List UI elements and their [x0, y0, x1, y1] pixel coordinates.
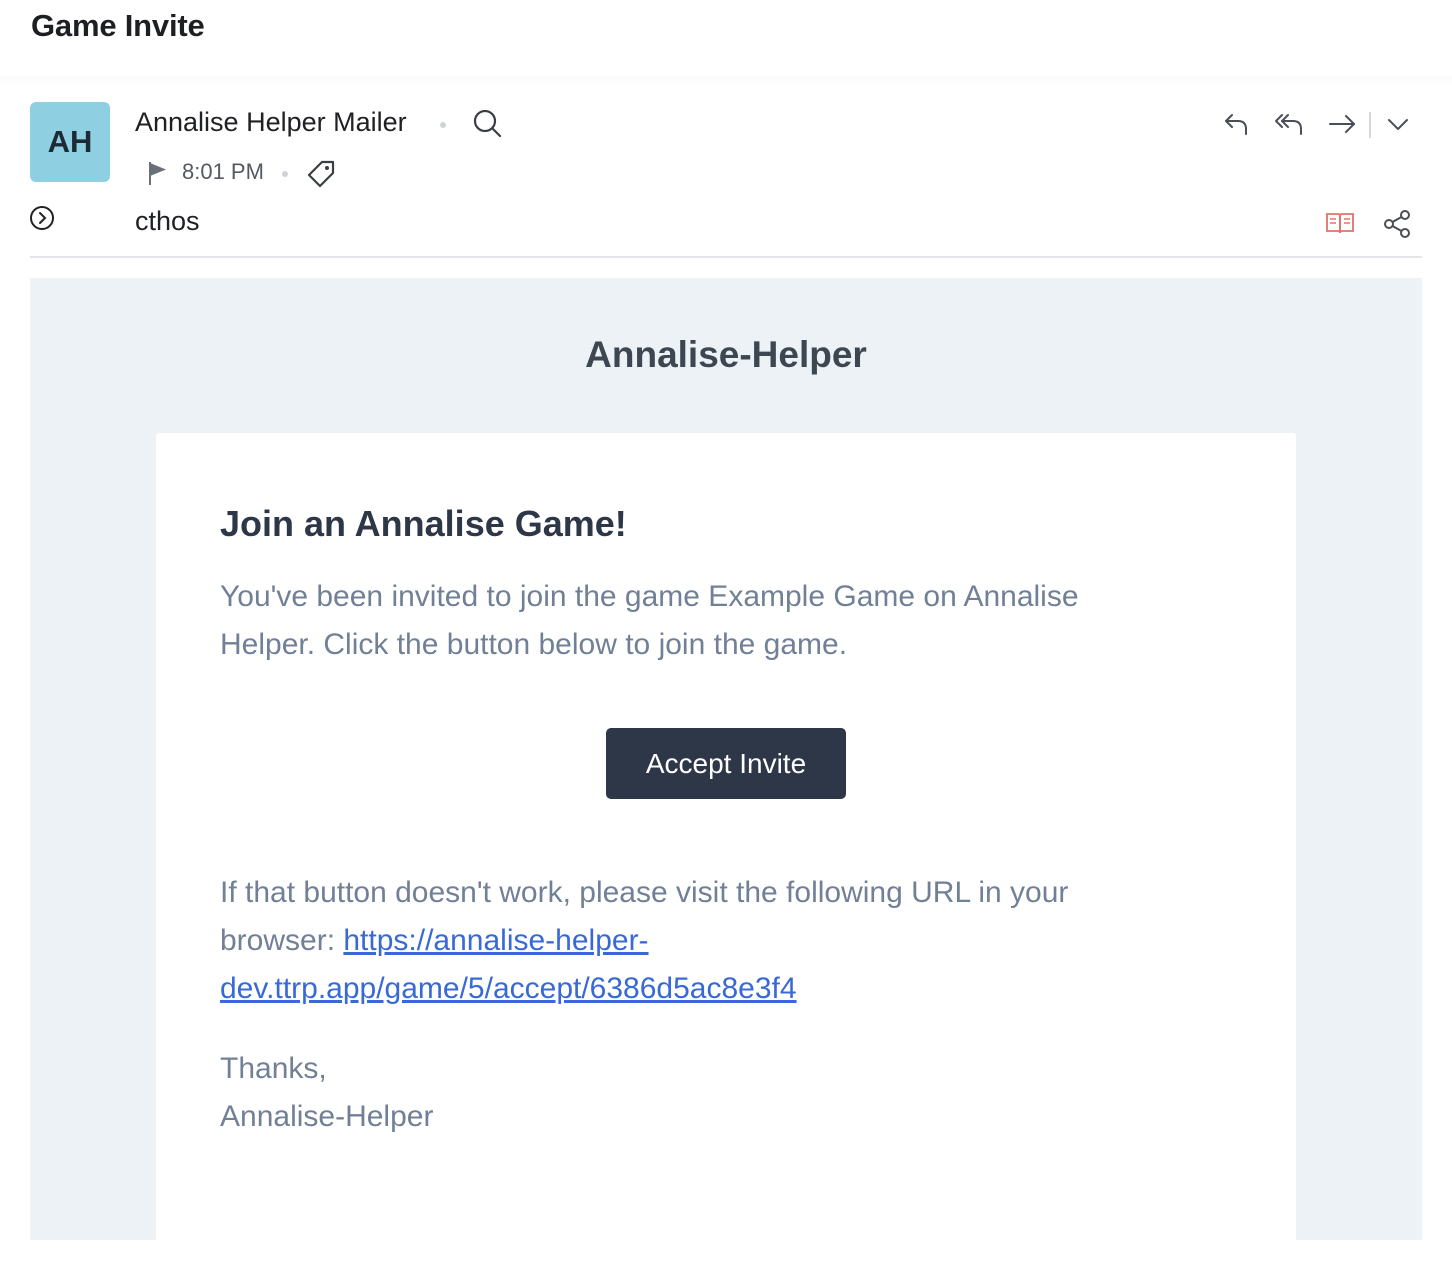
- signoff-name: Annalise-Helper: [220, 1100, 434, 1133]
- reply-all-icon[interactable]: [1272, 108, 1306, 140]
- email-subject: Game Invite: [31, 8, 205, 43]
- email-body: Annalise-Helper Join an Annalise Game! Y…: [30, 278, 1422, 1273]
- email-brand-title: Annalise-Helper: [585, 334, 867, 375]
- header-separator: [0, 76, 1452, 88]
- signoff-thanks: Thanks,: [220, 1052, 327, 1085]
- header-divider: [30, 256, 1422, 258]
- sender-avatar[interactable]: AH: [30, 102, 110, 182]
- toolbar-divider: [1369, 112, 1371, 138]
- expand-details-icon[interactable]: [29, 205, 55, 231]
- reply-icon[interactable]: [1220, 108, 1252, 140]
- recipient-name[interactable]: cthos: [135, 206, 200, 237]
- invite-text: You've been invited to join the game Exa…: [220, 580, 1079, 661]
- separator-dot: [282, 171, 288, 177]
- search-icon[interactable]: [470, 106, 504, 140]
- email-card: Join an Annalise Game! You've been invit…: [156, 433, 1296, 1273]
- tag-icon[interactable]: [304, 156, 338, 190]
- separator-dot: [440, 122, 446, 128]
- email-time: 8:01 PM: [182, 159, 264, 184]
- reader-view-icon[interactable]: [1324, 208, 1356, 238]
- share-icon[interactable]: [1382, 209, 1412, 239]
- more-actions-chevron-icon[interactable]: [1384, 110, 1412, 138]
- email-heading: Join an Annalise Game!: [220, 503, 627, 544]
- forward-icon[interactable]: [1326, 108, 1358, 140]
- flag-icon[interactable]: [144, 159, 170, 187]
- sender-name[interactable]: Annalise Helper Mailer: [135, 107, 407, 138]
- accept-invite-button[interactable]: Accept Invite: [606, 728, 846, 799]
- fallback-text: If that button doesn't work, please visi…: [220, 869, 1180, 1013]
